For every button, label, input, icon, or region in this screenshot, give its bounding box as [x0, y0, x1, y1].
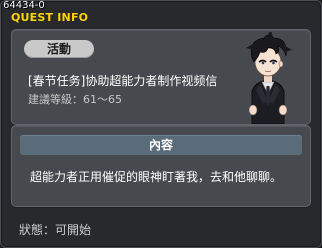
quest-status: 狀態：可開始	[19, 221, 91, 238]
window-title: QUEST INFO	[11, 11, 89, 24]
status-label: 狀態：	[19, 223, 56, 237]
recommended-level: 建議等級：61～65	[28, 91, 122, 107]
content-header: 內容	[20, 135, 302, 155]
npc-character-portrait-icon	[246, 32, 292, 124]
quest-description: 超能力者正用催促的眼神盯著我，去和他聊聊。	[30, 170, 283, 184]
quest-name: [春节任务]协助超能力者制作视频信	[28, 74, 218, 88]
level-range: 61～65	[83, 93, 122, 106]
quest-summary-panel: 活動 [春节任务]协助超能力者制作视频信 建議等級：61～65	[11, 29, 311, 125]
quest-category-tag: 活動	[24, 40, 94, 58]
quest-id: 64434-0	[3, 0, 45, 11]
status-value: 可開始	[55, 223, 92, 237]
quest-content-panel: 內容 超能力者正用催促的眼神盯著我，去和他聊聊。	[11, 125, 311, 207]
quest-info-window: 64434-0 QUEST INFO 活動 [春节任务]协助超能力者制作视频信 …	[0, 0, 322, 248]
level-label: 建議等級：	[28, 93, 83, 106]
